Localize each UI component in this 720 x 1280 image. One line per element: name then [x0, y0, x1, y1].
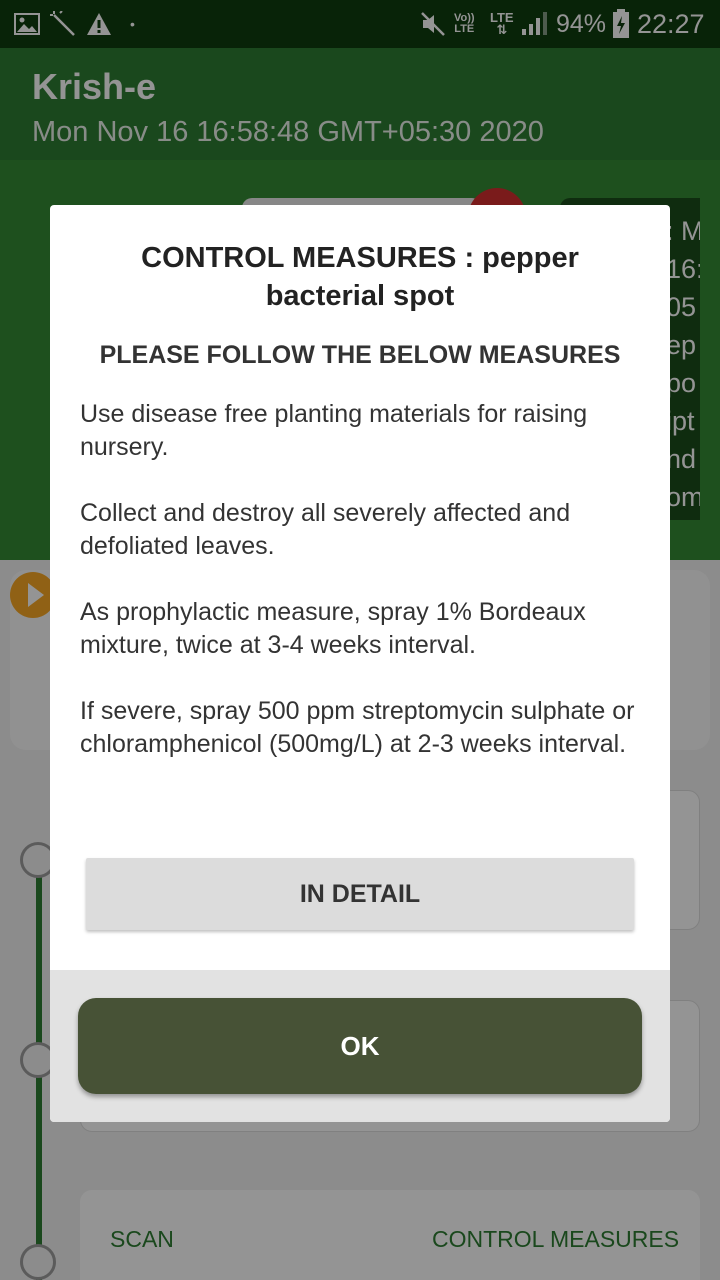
- dialog-footer: OK: [50, 970, 670, 1122]
- in-detail-button[interactable]: IN DETAIL: [86, 858, 634, 930]
- measures-text: Use disease free planting materials for …: [80, 400, 635, 758]
- dialog-subtitle: PLEASE FOLLOW THE BELOW MEASURES: [99, 341, 621, 369]
- ok-button[interactable]: OK: [78, 998, 642, 1094]
- dialog-title: CONTROL MEASURES : pepper bacterial spot: [141, 242, 579, 312]
- control-measures-dialog: CONTROL MEASURES : pepper bacterial spot…: [50, 205, 670, 1122]
